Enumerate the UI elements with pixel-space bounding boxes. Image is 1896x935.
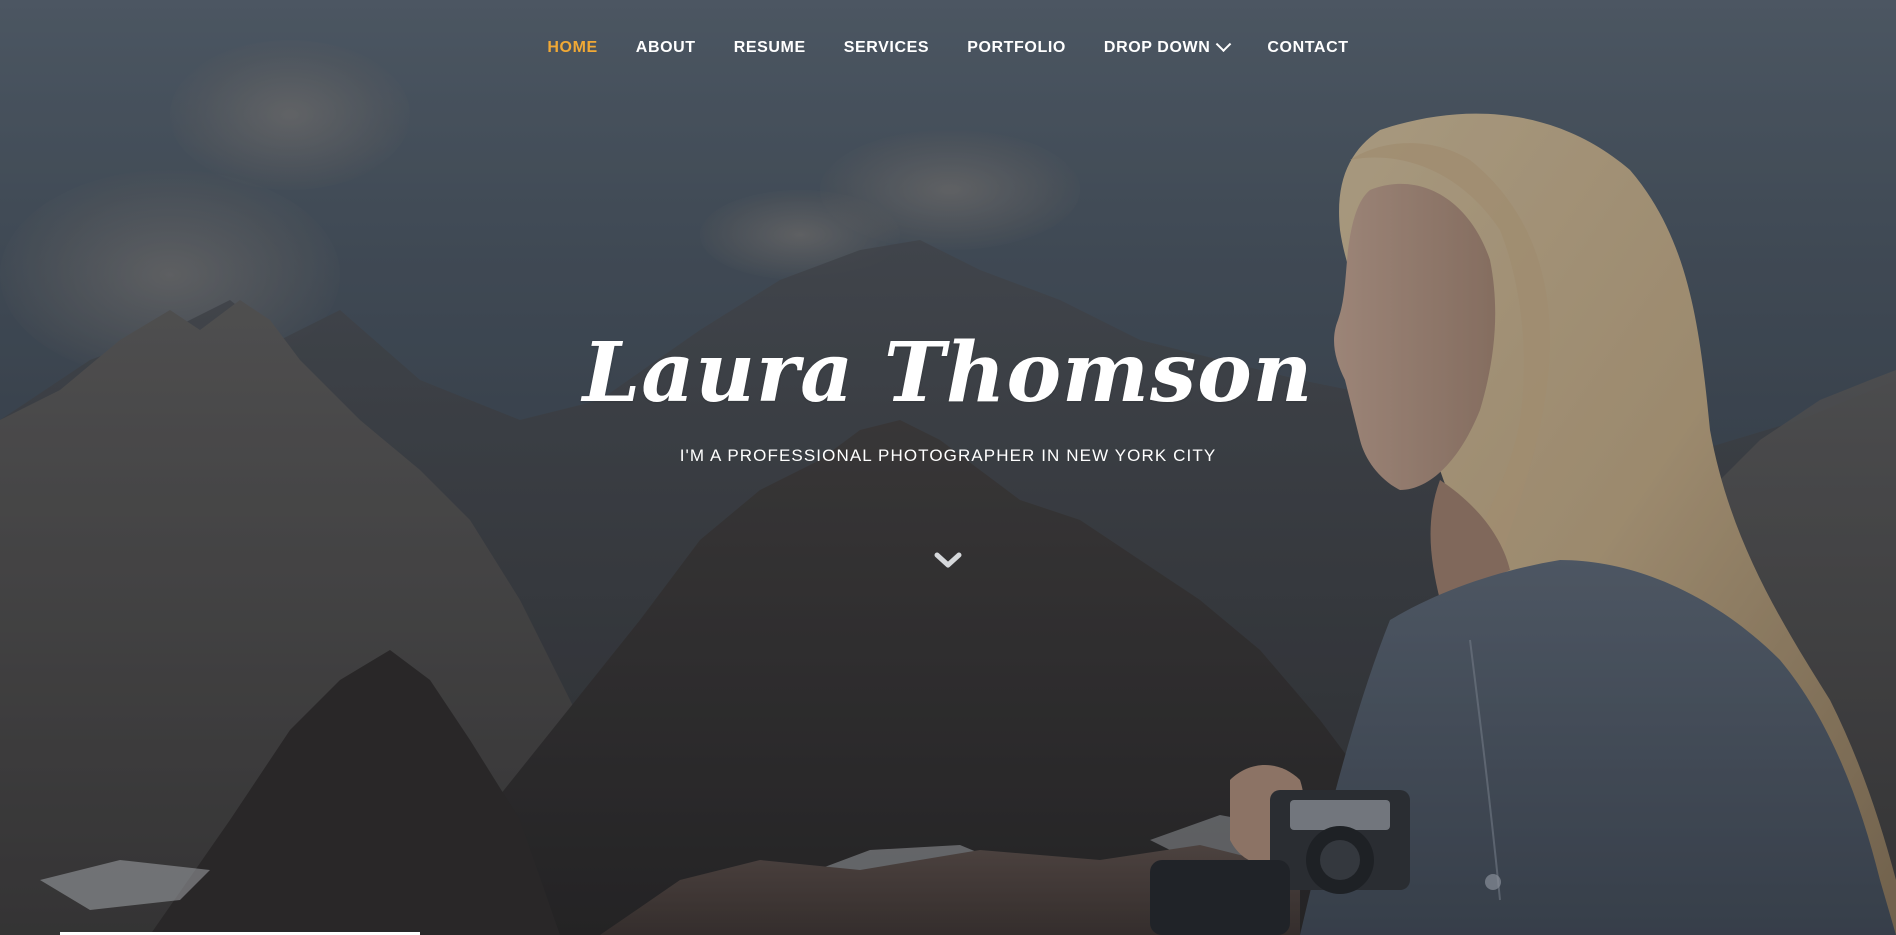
nav-item-resume[interactable]: RESUME: [734, 34, 806, 62]
dark-overlay: [0, 0, 1896, 935]
nav-item-home[interactable]: HOME: [547, 34, 597, 62]
hero-title: Laura Thomson: [582, 325, 1314, 421]
nav-item-about[interactable]: ABOUT: [636, 34, 696, 62]
nav-item-label: SERVICES: [843, 39, 930, 56]
nav-item-label: CONTACT: [1267, 39, 1349, 56]
scroll-down-button[interactable]: [932, 548, 964, 572]
main-nav: HOME ABOUT RESUME SERVICES PORTFOLIO DRO…: [0, 34, 1896, 62]
nav-item-label: PORTFOLIO: [967, 39, 1066, 56]
nav-item-label: HOME: [547, 39, 598, 56]
nav-item-label: DROP DOWN: [1103, 39, 1211, 56]
hero-section: HOME ABOUT RESUME SERVICES PORTFOLIO DRO…: [0, 0, 1896, 935]
hero-subtitle: I'M A PROFESSIONAL PHOTOGRAPHER IN NEW Y…: [679, 446, 1217, 465]
nav-item-portfolio[interactable]: PORTFOLIO: [967, 34, 1066, 62]
nav-item-services[interactable]: SERVICES: [844, 34, 929, 62]
chevron-down-icon: [1216, 35, 1232, 52]
nav-item-label: RESUME: [733, 39, 806, 56]
nav-item-contact[interactable]: CONTACT: [1267, 34, 1348, 62]
nav-item-dropdown[interactable]: DROP DOWN: [1103, 34, 1232, 62]
nav-item-label: ABOUT: [635, 39, 696, 56]
chevron-down-icon: [934, 552, 962, 568]
